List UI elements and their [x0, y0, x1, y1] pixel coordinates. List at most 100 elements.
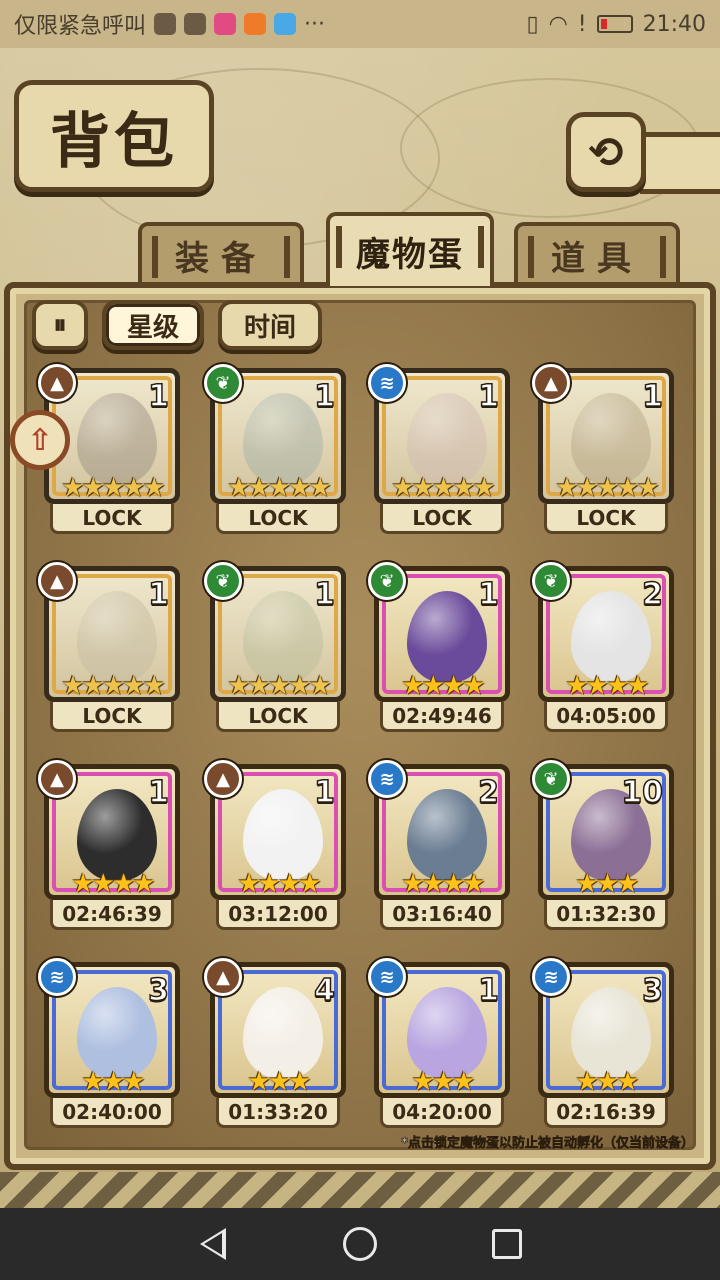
- lock-hint: *点击锁定魔物蛋以防止被自动孵化（仅当前设备）: [401, 1136, 694, 1152]
- egg-card[interactable]: 1 ★★★★ ❦ 02:49:46: [368, 562, 510, 736]
- back-triangle-icon: [200, 1228, 227, 1260]
- element-water-icon: ≋: [368, 364, 406, 402]
- element-earth-icon: ▲: [38, 760, 76, 798]
- lock-label: LOCK: [380, 504, 504, 534]
- hatch-timer: 04:20:00: [380, 1098, 504, 1128]
- egg-stars: ★★★★★: [61, 473, 166, 503]
- tab-monster-eggs[interactable]: 魔物蛋: [326, 212, 494, 286]
- egg-image: [243, 987, 323, 1079]
- element-grass-icon: ❦: [204, 562, 242, 600]
- egg-card[interactable]: 1 ★★★ ≋ 04:20:00: [368, 958, 510, 1132]
- egg-image: [407, 987, 487, 1079]
- egg-card[interactable]: 1 ★★★★★ ▲ LOCK: [532, 364, 674, 538]
- egg-stars: ★★★: [247, 1067, 312, 1097]
- element-grass-icon: ❦: [204, 364, 242, 402]
- element-earth-icon: ▲: [204, 760, 242, 798]
- arrow-up-icon: ⇧: [27, 422, 53, 458]
- sim-icon: [184, 13, 207, 35]
- egg-card[interactable]: 2 ★★★★ ❦ 04:05:00: [532, 562, 674, 736]
- page-title: 背包: [14, 80, 214, 192]
- egg-image: [407, 393, 487, 485]
- sort-star-label: 星级: [126, 312, 179, 343]
- egg-card[interactable]: 3 ★★★ ≋ 02:16:39: [532, 958, 674, 1132]
- egg-card[interactable]: 3 ★★★ ≋ 02:40:00: [38, 958, 180, 1132]
- egg-count: 2: [641, 576, 663, 613]
- nav-recents-button[interactable]: [487, 1224, 527, 1264]
- hatch-timer: 03:12:00: [216, 900, 340, 930]
- notification-icon: [154, 13, 177, 35]
- egg-count: 1: [313, 774, 335, 811]
- element-earth-icon: ▲: [38, 562, 76, 600]
- tab-items[interactable]: 道具: [514, 222, 680, 284]
- egg-image: [571, 591, 651, 683]
- clock: 21:40: [642, 11, 706, 37]
- element-water-icon: ≋: [368, 958, 406, 996]
- egg-stars: ★★★★: [401, 869, 485, 899]
- egg-card[interactable]: 1 ★★★★ ▲ 02:46:39: [38, 760, 180, 934]
- lock-label: LOCK: [216, 702, 340, 732]
- egg-stars: ★★★★★: [555, 473, 660, 503]
- egg-card[interactable]: 1 ★★★★★ ❦ LOCK: [204, 364, 346, 538]
- egg-card[interactable]: 4 ★★★ ▲ 01:33:20: [204, 958, 346, 1132]
- hatch-timer: 01:33:20: [216, 1098, 340, 1128]
- back-arrow-icon: ⟲: [588, 127, 624, 177]
- lock-label: LOCK: [50, 702, 174, 732]
- sort-order-toggle[interactable]: ⏸: [32, 300, 88, 350]
- app-icon: [214, 13, 237, 35]
- egg-count: 2: [477, 774, 499, 811]
- element-water-icon: ≋: [532, 958, 570, 996]
- egg-image: [243, 789, 323, 881]
- egg-stars: ★★★: [411, 1067, 476, 1097]
- egg-card[interactable]: 1 ★★★★ ▲ 03:12:00: [204, 760, 346, 934]
- element-earth-icon: ▲: [532, 364, 570, 402]
- egg-stars: ★★★★★: [61, 671, 166, 701]
- element-grass-icon: ❦: [532, 562, 570, 600]
- status-bar: 仅限紧急呼叫 ··· ▯ ◠ ! 21:40: [0, 0, 720, 48]
- vibrate-icon: ▯: [526, 11, 539, 37]
- wifi-icon: ◠: [548, 11, 568, 37]
- sort-by-time-button[interactable]: 时间: [218, 300, 322, 350]
- sort-by-star-button[interactable]: 星级: [102, 300, 204, 350]
- hatch-timer: 02:16:39: [544, 1098, 668, 1128]
- tab-equipment[interactable]: 装备: [138, 222, 304, 284]
- egg-card[interactable]: 1 ★★★★★ ❦ LOCK: [204, 562, 346, 736]
- egg-stars: ★★★★★: [227, 473, 332, 503]
- egg-card[interactable]: 2 ★★★★ ≋ 03:16:40: [368, 760, 510, 934]
- lock-label: LOCK: [50, 504, 174, 534]
- egg-stars: ★★★: [575, 869, 640, 899]
- element-grass-icon: ❦: [368, 562, 406, 600]
- egg-count: 1: [477, 378, 499, 415]
- egg-count: 1: [313, 378, 335, 415]
- egg-count: 3: [147, 972, 169, 1009]
- egg-image: [77, 591, 157, 683]
- egg-image: [77, 789, 157, 881]
- tab-label: 道具: [551, 238, 643, 279]
- egg-card[interactable]: 10 ★★★ ❦ 01:32:30: [532, 760, 674, 934]
- element-earth-icon: ▲: [204, 958, 242, 996]
- nav-back-button[interactable]: [193, 1224, 233, 1264]
- hatch-timer: 02:46:39: [50, 900, 174, 930]
- egg-count: 1: [313, 576, 335, 613]
- nav-home-button[interactable]: [340, 1224, 380, 1264]
- hatch-timer: 04:05:00: [544, 702, 668, 732]
- egg-card[interactable]: 1 ★★★★★ ≋ LOCK: [368, 364, 510, 538]
- egg-count: 1: [147, 378, 169, 415]
- recents-square-icon: [491, 1229, 522, 1259]
- egg-count: 10: [621, 774, 664, 811]
- hatch-timer: 01:32:30: [544, 900, 668, 930]
- back-button[interactable]: ⟲: [566, 112, 646, 192]
- egg-image: [571, 393, 651, 485]
- egg-count: 3: [641, 972, 663, 1009]
- egg-stars: ★★★★: [565, 671, 649, 701]
- egg-stars: ★★★★★: [391, 473, 496, 503]
- element-water-icon: ≋: [368, 760, 406, 798]
- egg-card[interactable]: 1 ★★★★★ ▲ LOCK: [38, 562, 180, 736]
- play-icon: [244, 13, 267, 35]
- side-menu-button[interactable]: ⇧: [10, 410, 70, 470]
- egg-stars: ★★★: [81, 1067, 146, 1097]
- egg-stars: ★★★★: [237, 869, 321, 899]
- battery-icon: [596, 15, 633, 33]
- element-grass-icon: ❦: [532, 760, 570, 798]
- egg-stars: ★★★★: [71, 869, 155, 899]
- tab-label: 装备: [175, 238, 267, 279]
